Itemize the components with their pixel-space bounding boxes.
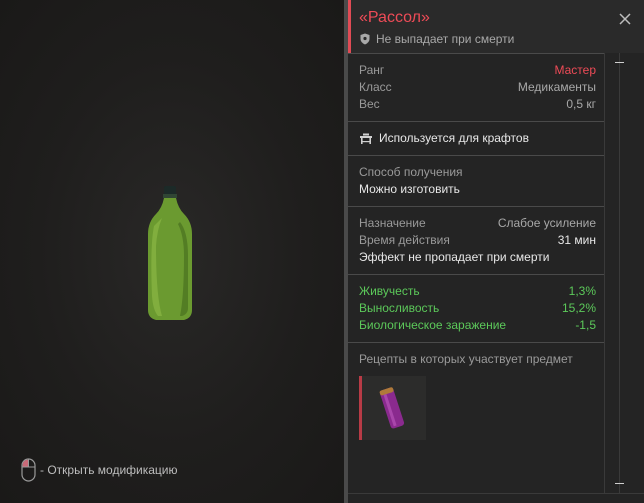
hint-text: - Открыть модификацию: [40, 463, 178, 477]
effect-value: 1,3%: [568, 284, 596, 298]
effect-value: 15,2%: [561, 301, 596, 315]
close-icon[interactable]: [618, 12, 632, 26]
effects-section: Живучесть 1,3% Выносливость 15,2% Биолог…: [348, 274, 604, 342]
panel-bottom-divider: [348, 493, 644, 494]
item-info-panel: «Рассол» Не выпадает при смерти Ранг Мас…: [348, 0, 644, 503]
effect-row-bio-contamination: Биологическое заражение -1,5: [359, 317, 596, 334]
effect-row-vitality: Живучесть 1,3%: [359, 283, 596, 300]
item-subtitle: Не выпадает при смерти: [360, 32, 514, 46]
item-title: «Рассол»: [359, 9, 430, 26]
duration-label: Время действия: [359, 233, 450, 247]
recipes-section: Рецепты в которых участвует предмет: [348, 342, 604, 448]
recipe-item-slot[interactable]: [359, 376, 426, 440]
open-modification-hint: - Открыть модификацию: [21, 458, 178, 482]
effect-row-stamina: Выносливость 15,2%: [359, 300, 596, 317]
purpose-section: Назначение Слабое усиление Время действи…: [348, 206, 604, 274]
stat-value: Мастер: [554, 63, 596, 77]
scroll-track: [619, 53, 620, 493]
workbench-icon: [360, 133, 372, 144]
purpose-row: Назначение Слабое усиление: [359, 215, 596, 232]
mouse-icon: [21, 458, 36, 482]
effect-label: Выносливость: [359, 301, 440, 315]
purpose-label: Назначение: [359, 216, 426, 230]
craft-section: Используется для крафтов: [348, 121, 604, 155]
stat-value: 0,5 кг: [566, 97, 596, 111]
scroll-bottom-mark: [615, 483, 624, 484]
pickle-bottle-image: [148, 186, 192, 320]
duration-value: 31 мин: [557, 233, 596, 247]
effect-label: Биологическое заражение: [359, 318, 507, 332]
item-preview-viewer[interactable]: - Открыть модификацию: [0, 0, 344, 503]
no-drop-on-death-text: Не выпадает при смерти: [376, 32, 515, 46]
recipes-label: Рецепты в которых участвует предмет: [359, 352, 573, 366]
duration-row: Время действия 31 мин: [359, 232, 596, 249]
scrollbar[interactable]: [604, 53, 644, 493]
purple-canister-icon: [379, 387, 405, 429]
scroll-top-mark: [615, 62, 624, 63]
stat-label: Ранг: [359, 63, 385, 77]
effect-note: Эффект не пропадает при смерти: [359, 250, 550, 264]
obtain-value: Можно изготовить: [359, 182, 460, 196]
craft-text: Используется для крафтов: [379, 131, 529, 145]
item-details: Ранг Мастер Класс Медикаменты Вес 0,5 кг: [348, 53, 604, 448]
stat-row-rank: Ранг Мастер: [359, 62, 596, 79]
stat-label: Вес: [359, 97, 380, 111]
purpose-value: Слабое усиление: [497, 216, 596, 230]
effect-value: -1,5: [575, 318, 596, 332]
obtain-section: Способ получения Можно изготовить: [348, 155, 604, 206]
stat-value: Медикаменты: [517, 80, 596, 94]
effect-label: Живучесть: [359, 284, 420, 298]
stats-section: Ранг Мастер Класс Медикаменты Вес 0,5 кг: [348, 53, 604, 121]
stat-row-class: Класс Медикаменты: [359, 79, 596, 96]
shield-icon: [360, 33, 370, 45]
obtain-label: Способ получения: [359, 165, 463, 179]
item-header: «Рассол» Не выпадает при смерти: [348, 0, 644, 53]
stat-row-weight: Вес 0,5 кг: [359, 96, 596, 113]
stat-label: Класс: [359, 80, 392, 94]
used-for-crafting: Используется для крафтов: [359, 130, 596, 147]
